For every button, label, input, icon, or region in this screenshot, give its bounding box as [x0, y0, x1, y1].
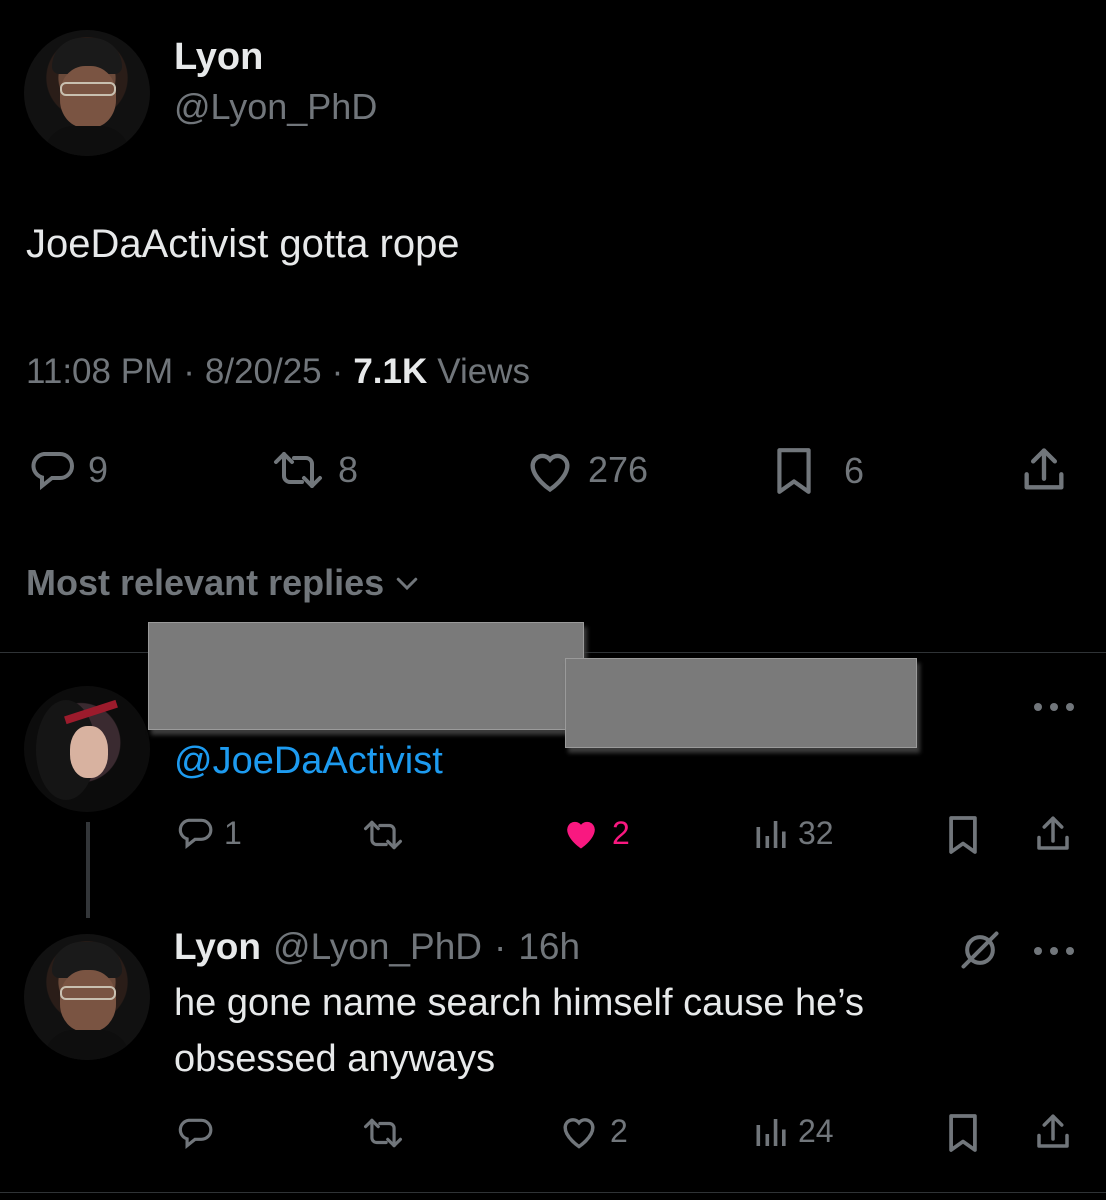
- like-button[interactable]: 276: [524, 446, 648, 494]
- share-icon: [1032, 1110, 1074, 1154]
- avatar-glasses: [60, 986, 116, 1000]
- repost-button[interactable]: [360, 1114, 406, 1152]
- heart-icon: [524, 446, 576, 494]
- analytics-icon: [752, 814, 788, 852]
- analytics-icon: [752, 1112, 788, 1150]
- reply-text-line: he gone name search himself cause he’s: [174, 982, 865, 1024]
- reply-age[interactable]: 16h: [518, 926, 580, 968]
- reply-button[interactable]: 1: [176, 814, 242, 852]
- meta-separator: ·: [331, 352, 344, 391]
- like-count: 276: [588, 449, 649, 490]
- reply-button[interactable]: 9: [28, 446, 108, 494]
- reply-button[interactable]: [176, 1114, 214, 1152]
- reply-icon: [176, 1114, 214, 1152]
- views-button[interactable]: 32: [752, 814, 834, 852]
- share-icon: [1018, 444, 1070, 496]
- avatar-glasses: [60, 82, 116, 96]
- repost-button[interactable]: [360, 816, 406, 854]
- author-avatar[interactable]: [24, 30, 150, 156]
- reply-author-handle[interactable]: @Lyon_PhD: [273, 926, 482, 968]
- avatar-face: [60, 970, 116, 1032]
- bookmark-icon: [772, 446, 816, 496]
- avatar-face: [60, 66, 116, 128]
- bookmark-icon: [946, 1112, 980, 1154]
- heart-icon: [558, 1112, 600, 1150]
- avatar-face: [70, 726, 108, 778]
- reply-icon: [28, 446, 76, 494]
- reply-author-avatar[interactable]: [24, 934, 150, 1060]
- like-button[interactable]: 2: [560, 814, 630, 852]
- share-button[interactable]: [1018, 444, 1070, 496]
- reply-count: 1: [224, 814, 242, 851]
- chevron-down-icon: [392, 568, 422, 598]
- views-button[interactable]: 24: [752, 1112, 834, 1150]
- author-handle[interactable]: @Lyon_PhD: [174, 86, 377, 128]
- grok-icon[interactable]: [958, 928, 1002, 972]
- like-count: 2: [610, 1112, 628, 1149]
- repost-button[interactable]: 8: [270, 446, 358, 494]
- author-name[interactable]: Lyon: [174, 36, 263, 79]
- redaction-box: [565, 658, 917, 748]
- bookmark-icon: [946, 814, 980, 856]
- share-icon: [1032, 812, 1074, 856]
- redaction-box: [148, 622, 584, 730]
- views-count: 24: [798, 1112, 834, 1149]
- tweet-time[interactable]: 11:08 PM: [26, 352, 173, 392]
- tweet-date[interactable]: 8/20/25: [205, 352, 322, 392]
- meta-separator: ·: [183, 352, 195, 391]
- mention-link[interactable]: @JoeDaActivist: [174, 740, 443, 783]
- more-options-icon[interactable]: [1032, 944, 1076, 962]
- heart-filled-icon: [560, 814, 602, 852]
- share-button[interactable]: [1032, 1110, 1074, 1154]
- bookmark-button[interactable]: 6: [772, 446, 864, 496]
- bookmark-button[interactable]: [946, 814, 980, 856]
- bookmark-button[interactable]: [946, 1112, 980, 1154]
- repost-icon: [270, 446, 326, 494]
- meta-separator: ·: [494, 926, 507, 967]
- reply-author-name[interactable]: Lyon: [174, 926, 261, 968]
- avatar-body: [44, 126, 130, 156]
- repost-icon: [360, 816, 406, 854]
- tweet-meta: 11:08 PM · 8/20/25 · 7.1K Views: [26, 352, 530, 392]
- repost-icon: [360, 1114, 406, 1152]
- views-count: 32: [798, 814, 834, 851]
- avatar-body: [44, 1030, 130, 1060]
- bookmark-count: 6: [844, 450, 865, 491]
- reply-avatar[interactable]: [24, 686, 150, 812]
- reply-header: Lyon @Lyon_PhD · 16h: [174, 926, 580, 968]
- replies-sort-label: Most relevant replies: [26, 562, 385, 603]
- views-label[interactable]: Views: [437, 352, 530, 392]
- tweet-text: JoeDaActivist gotta rope: [26, 222, 460, 266]
- divider: [0, 1192, 1106, 1193]
- thread-line: [86, 822, 90, 918]
- like-count: 2: [612, 814, 630, 851]
- more-options-icon[interactable]: [1032, 700, 1076, 718]
- replies-sort-dropdown[interactable]: Most relevant replies: [26, 562, 422, 604]
- repost-count: 8: [338, 449, 359, 490]
- share-button[interactable]: [1032, 812, 1074, 856]
- reply-icon: [176, 814, 214, 852]
- reply-count: 9: [88, 449, 109, 490]
- like-button[interactable]: 2: [558, 1112, 628, 1150]
- reply-text-line: obsessed anyways: [174, 1038, 496, 1080]
- views-count[interactable]: 7.1K: [353, 352, 427, 392]
